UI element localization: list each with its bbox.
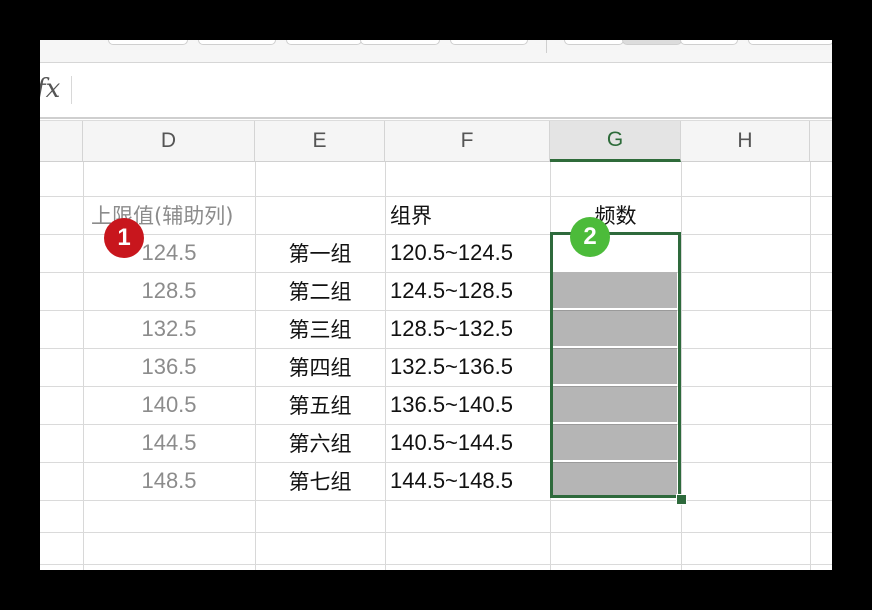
column-header-g[interactable]: G bbox=[550, 121, 681, 162]
cell-f[interactable]: 124.5~128.5 bbox=[385, 272, 550, 310]
cell-e[interactable]: 第二组 bbox=[255, 272, 385, 310]
cell-e[interactable]: 第六组 bbox=[255, 424, 385, 462]
grid-line bbox=[810, 162, 811, 570]
cell-f[interactable]: 140.5~144.5 bbox=[385, 424, 550, 462]
spreadsheet-window: fx D E F G H 上限值(辅助列) 组界 频数 124.5 第一组 12… bbox=[40, 40, 832, 570]
toolbar-button[interactable] bbox=[748, 40, 832, 45]
column-header-right-edge[interactable] bbox=[810, 121, 832, 162]
grid-line bbox=[40, 564, 832, 565]
cell-e[interactable]: 第三组 bbox=[255, 310, 385, 348]
cell-e[interactable]: 第四组 bbox=[255, 348, 385, 386]
column-header-f[interactable]: F bbox=[385, 121, 550, 162]
toolbar-button[interactable] bbox=[198, 40, 276, 45]
column-header-d[interactable]: D bbox=[83, 121, 255, 162]
fx-icon[interactable]: fx bbox=[40, 75, 60, 103]
cell-d[interactable]: 140.5 bbox=[83, 386, 255, 424]
cell-f[interactable]: 144.5~148.5 bbox=[385, 462, 550, 500]
cell-f-header[interactable]: 组界 bbox=[385, 196, 550, 234]
cell-f[interactable]: 136.5~140.5 bbox=[385, 386, 550, 424]
cell-d[interactable]: 144.5 bbox=[83, 424, 255, 462]
grid-line bbox=[40, 532, 832, 533]
cell-d[interactable]: 132.5 bbox=[83, 310, 255, 348]
cell-f[interactable]: 120.5~124.5 bbox=[385, 234, 550, 272]
cell-f[interactable]: 128.5~132.5 bbox=[385, 310, 550, 348]
fill-handle[interactable] bbox=[676, 494, 687, 505]
selection-border bbox=[550, 232, 681, 498]
toolbar-button-active[interactable] bbox=[622, 40, 682, 45]
column-header-h[interactable]: H bbox=[681, 121, 810, 162]
cell-g-header[interactable]: 频数 bbox=[550, 196, 681, 234]
toolbar-button[interactable] bbox=[286, 40, 362, 45]
cell-f[interactable]: 132.5~136.5 bbox=[385, 348, 550, 386]
toolbar-button[interactable] bbox=[564, 40, 624, 45]
column-header-e[interactable]: E bbox=[255, 121, 385, 162]
toolbar-button[interactable] bbox=[450, 40, 528, 45]
cell-e[interactable]: 第五组 bbox=[255, 386, 385, 424]
ribbon-toolbar bbox=[40, 40, 832, 62]
cell-e[interactable]: 第七组 bbox=[255, 462, 385, 500]
divider bbox=[71, 76, 72, 104]
toolbar-separator bbox=[546, 40, 547, 53]
cell-d[interactable]: 148.5 bbox=[83, 462, 255, 500]
formula-bar[interactable]: fx bbox=[40, 63, 832, 117]
grid-line bbox=[40, 500, 832, 501]
divider bbox=[40, 117, 832, 119]
toolbar-button[interactable] bbox=[108, 40, 188, 45]
cell-d[interactable]: 136.5 bbox=[83, 348, 255, 386]
toolbar-button[interactable] bbox=[360, 40, 440, 45]
column-header-left-edge[interactable] bbox=[40, 121, 83, 162]
step-badge-2: 2 bbox=[570, 217, 610, 257]
cell-e[interactable]: 第一组 bbox=[255, 234, 385, 272]
step-badge-1: 1 bbox=[104, 218, 144, 258]
toolbar-button[interactable] bbox=[680, 40, 738, 45]
cell-d[interactable]: 128.5 bbox=[83, 272, 255, 310]
grid-line bbox=[681, 162, 682, 570]
